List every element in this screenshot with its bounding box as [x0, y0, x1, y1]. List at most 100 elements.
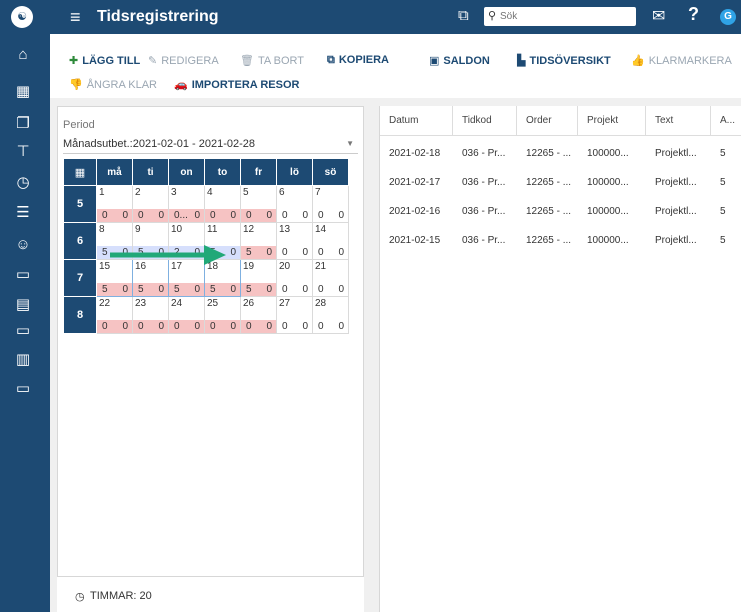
- table-cell: 2021-02-15: [389, 235, 441, 246]
- calendar-day[interactable]: 19 5 0: [240, 259, 277, 297]
- calendar-day[interactable]: 21 0 0: [312, 259, 349, 297]
- search-box[interactable]: ⚲: [484, 7, 636, 26]
- day-hours: 00: [205, 209, 240, 222]
- calendar-day[interactable]: 700: [312, 185, 349, 223]
- day-hours: 50: [133, 283, 168, 296]
- period-panel: Period Månadsutbet.:2021-02-01 - 2021-02…: [57, 106, 364, 612]
- top-bar: ≡ Tidsregistrering ⧉ ⚲ ✉ ? G: [50, 0, 741, 34]
- calendar-day[interactable]: 22 0 0: [96, 296, 133, 334]
- calendar-day[interactable]: 100: [96, 185, 133, 223]
- calendar-day[interactable]: 28 0 0: [312, 296, 349, 334]
- column-header[interactable]: Tidkod: [453, 106, 517, 136]
- week-number[interactable]: 7: [63, 259, 97, 297]
- table-row[interactable]: 2021-02-16 036 - Pr... 12265 - ... 100000..…: [380, 200, 741, 225]
- table-row[interactable]: 2021-02-17 036 - Pr... 12265 - ... 100000..…: [380, 171, 741, 196]
- reported-hours: 5: [102, 284, 108, 295]
- group-icon[interactable]: ☰: [13, 204, 33, 222]
- calendar-day[interactable]: 20 0 0: [276, 259, 313, 297]
- weekday-header: fr: [240, 158, 277, 186]
- other-hours: 0: [266, 284, 272, 295]
- calendar-day[interactable]: 25 0 0: [204, 296, 241, 334]
- week-number[interactable]: 5: [63, 185, 97, 223]
- balances-button[interactable]: ▣ SALDON: [429, 54, 490, 67]
- sidebar: ☯ ⌂ ▦ ❐ ⊤ ◷ ☰ ☺ ▭ ▤ ▭ ▥ ▭: [0, 0, 50, 612]
- day-hours: 00: [241, 320, 276, 333]
- calendar-day[interactable]: 26 0 0: [240, 296, 277, 334]
- column-header[interactable]: Order: [517, 106, 578, 136]
- column-header[interactable]: Datum: [380, 106, 453, 136]
- calendar-day[interactable]: 14 0 0: [312, 222, 349, 260]
- calendar-day[interactable]: 24 0 0: [168, 296, 205, 334]
- add-button[interactable]: ✚ LÄGG TILL: [69, 54, 140, 67]
- reported-hours: 0: [318, 210, 324, 221]
- reported-hours: 0: [318, 247, 324, 258]
- calendar-day[interactable]: 13 0 0: [276, 222, 313, 260]
- menu-icon[interactable]: ≡: [70, 7, 81, 27]
- day-hours: 00: [313, 246, 348, 259]
- mail-icon[interactable]: ✉: [652, 6, 665, 26]
- table-cell: Projektl...: [655, 177, 697, 188]
- table-cell: 036 - Pr...: [462, 148, 506, 159]
- calendar-day[interactable]: 500: [240, 185, 277, 223]
- table-row[interactable]: 2021-02-15 036 - Pr... 12265 - ... 100000..…: [380, 229, 741, 254]
- other-hours: 0: [230, 247, 236, 258]
- clock-icon[interactable]: ◷: [13, 174, 33, 192]
- car-icon: 🚗: [174, 79, 188, 91]
- calculator-icon[interactable]: ▦: [13, 83, 33, 101]
- column-header[interactable]: Text: [646, 106, 711, 136]
- copy-icon[interactable]: ⧉: [458, 7, 469, 24]
- cash-icon[interactable]: ▭: [13, 322, 33, 340]
- people-icon[interactable]: ☺: [13, 236, 33, 254]
- undo-done-button[interactable]: 👎 ÅNGRA KLAR: [69, 78, 157, 91]
- laptop-icon[interactable]: ▭: [13, 380, 33, 398]
- org-chart-icon[interactable]: ⊤: [13, 143, 33, 161]
- logo-icon[interactable]: ☯: [11, 6, 33, 28]
- avatar[interactable]: G: [720, 9, 736, 25]
- arrow-icon: [110, 245, 226, 265]
- home-icon[interactable]: ⌂: [13, 46, 33, 64]
- weekday-header: lö: [276, 158, 313, 186]
- reported-hours: 0: [102, 210, 108, 221]
- other-hours: 0: [302, 210, 308, 221]
- day-hours: 00: [277, 320, 312, 333]
- import-trips-button[interactable]: 🚗 IMPORTERA RESOR: [174, 78, 299, 91]
- day-hours: 00: [277, 283, 312, 296]
- calendar-day[interactable]: 600: [276, 185, 313, 223]
- week-number[interactable]: 8: [63, 296, 97, 334]
- files-icon[interactable]: ❐: [13, 115, 33, 133]
- column-header[interactable]: A...: [711, 106, 741, 136]
- table-cell: Projektl...: [655, 235, 697, 246]
- other-hours: 0: [338, 210, 344, 221]
- week-number[interactable]: 6: [63, 222, 97, 260]
- reported-hours: 0: [246, 321, 252, 332]
- day-hours: 50: [169, 283, 204, 296]
- calendar-day[interactable]: 3 0... 0: [168, 185, 205, 223]
- edit-button[interactable]: ✎ REDIGERA: [148, 54, 219, 67]
- day-number: 1: [99, 187, 105, 198]
- column-header[interactable]: Projekt: [578, 106, 646, 136]
- overview-button[interactable]: ▙ TIDSÖVERSIKT: [517, 54, 611, 67]
- day-number: 27: [279, 298, 291, 309]
- period-select[interactable]: Månadsutbet.:2021-02-01 - 2021-02-28 ▼: [63, 138, 358, 154]
- day-number: 25: [207, 298, 219, 309]
- table-cell: Projektl...: [655, 148, 697, 159]
- day-hours: 50: [241, 283, 276, 296]
- delete-button[interactable]: 🗑 TA BORT: [240, 54, 304, 67]
- copy-button[interactable]: ⧉ KOPIERA: [327, 54, 389, 67]
- mark-done-button[interactable]: 👍 KLARMARKERA: [631, 54, 732, 67]
- other-hours: 0: [194, 210, 200, 221]
- other-hours: 0: [230, 210, 236, 221]
- day-hours: 00: [169, 320, 204, 333]
- calendar-day[interactable]: 400: [204, 185, 241, 223]
- calendar-day[interactable]: 200: [132, 185, 169, 223]
- money-icon[interactable]: ▭: [13, 266, 33, 284]
- calendar-day[interactable]: 27 0 0: [276, 296, 313, 334]
- calendar-day[interactable]: 12 5 0: [240, 222, 277, 260]
- calendar-day[interactable]: 23 0 0: [132, 296, 169, 334]
- truck-icon[interactable]: ▤: [13, 296, 33, 314]
- help-icon[interactable]: ?: [688, 4, 699, 25]
- search-input[interactable]: [500, 9, 630, 24]
- bar-chart-icon[interactable]: ▥: [13, 351, 33, 369]
- day-hours: 00: [313, 209, 348, 222]
- table-row[interactable]: 2021-02-18 036 - Pr... 12265 - ... 100000..…: [380, 142, 741, 167]
